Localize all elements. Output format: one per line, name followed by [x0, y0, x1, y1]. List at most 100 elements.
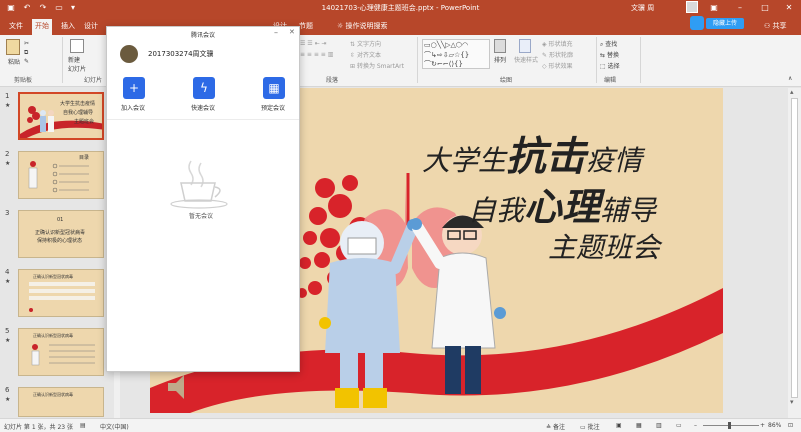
new-slide-button[interactable]: 新建 幻灯片: [68, 55, 86, 73]
cloud-sync-icon[interactable]: [690, 16, 704, 30]
person-icon: ⚇: [764, 22, 773, 30]
replace-icon: ⇆: [600, 52, 607, 59]
shape-effects-button[interactable]: ◇ 形状效果: [542, 61, 573, 70]
slide-title-line-1[interactable]: 大学生抗击疫情: [422, 124, 642, 182]
thumbnail-slide-4[interactable]: 正确认识新型冠状病毒: [18, 269, 104, 317]
format-painter-icon[interactable]: ✎: [24, 58, 29, 65]
zoom-in-icon[interactable]: +: [760, 422, 765, 429]
slides-group-label: 幻灯片: [84, 77, 103, 84]
close-icon[interactable]: ✕: [776, 0, 801, 16]
close-icon[interactable]: ✕: [289, 28, 295, 36]
reading-view-icon[interactable]: ▥: [656, 422, 662, 429]
thumbnail-number: 5: [5, 327, 10, 335]
zoom-out-icon[interactable]: –: [694, 422, 697, 429]
align-text-button[interactable]: ⇳ 对齐文本: [350, 50, 381, 59]
divider: [417, 37, 418, 83]
comments-button[interactable]: ▭ 批注: [580, 422, 600, 431]
find-button[interactable]: ⌕ 查找: [600, 39, 617, 49]
zoom-level[interactable]: 86%: [768, 422, 781, 429]
zoom-slider[interactable]: [703, 425, 759, 426]
quick-styles-button[interactable]: 快速样式: [514, 55, 538, 64]
tab-home[interactable]: 开始: [32, 19, 52, 35]
slideshow-icon[interactable]: ▭: [676, 422, 682, 429]
select-icon: ⬚: [600, 63, 608, 70]
minimize-icon[interactable]: –: [727, 0, 753, 16]
slide-title-line-3[interactable]: 主题班会: [548, 226, 660, 266]
title-bar: ▣ ↶ ↷ ▭ ▾ 14021703-心理健康主题班会.pptx - Power…: [0, 0, 801, 16]
quick-styles-icon[interactable]: [519, 39, 531, 53]
ribbon-display-icon[interactable]: ▣: [701, 0, 727, 16]
align-text-icon: ⇳: [350, 52, 357, 59]
smartart-icon: ⊞: [350, 63, 357, 70]
thumbnail-number: 1: [5, 92, 10, 100]
language-indicator[interactable]: 中文(中国): [100, 422, 129, 431]
sync-upload-button[interactable]: 隐藏上传: [706, 18, 744, 29]
avatar[interactable]: [120, 45, 138, 63]
slide-thumbnails-pane: 1 ★ 大学生抗击疫情 自我心理辅导 主题班会 2 ★ 目录 3 01 正确认识…: [0, 88, 120, 418]
animation-star-icon: ★: [5, 160, 11, 167]
pen-icon: ✎: [542, 52, 549, 59]
animation-star-icon: ★: [5, 102, 11, 109]
coffee-cup-icon: [170, 160, 228, 209]
meeting-window-title: 腾讯会议: [190, 32, 215, 39]
notes-icon: ≙: [546, 424, 553, 431]
thumbnail-text: 自我心理辅导: [63, 110, 94, 116]
text-direction-icon: ⇅: [350, 41, 357, 48]
thumbnail-slide-2[interactable]: 目录: [18, 151, 104, 199]
divider: [62, 37, 63, 83]
thumbnail-text: 大学生抗击疫情: [60, 101, 96, 107]
copy-icon[interactable]: ⧉: [24, 49, 28, 57]
avatar[interactable]: [686, 1, 698, 13]
schedule-meeting-label: 预定会议: [261, 105, 286, 112]
smartart-button[interactable]: ⊞ 转换为 SmartArt: [350, 61, 404, 70]
thumbnail-slide-3[interactable]: 01 正确认识新型冠状病毒 保持积极的心理状态: [18, 210, 104, 258]
slide-sorter-icon[interactable]: ▦: [636, 422, 642, 429]
join-meeting-label: 加入会议: [121, 105, 146, 112]
join-meeting-button[interactable]: +: [123, 77, 145, 99]
vertical-scrollbar[interactable]: ▴ ▾: [788, 88, 801, 418]
new-slide-icon[interactable]: [70, 39, 84, 53]
editing-group-label: 编辑: [604, 77, 617, 84]
paste-button[interactable]: 粘贴: [8, 57, 20, 66]
scroll-thumb[interactable]: [791, 98, 798, 398]
share-button[interactable]: ⚇ 共享: [764, 21, 787, 31]
maximize-icon[interactable]: □: [752, 0, 778, 16]
thumbnail-slide-1[interactable]: 大学生抗击疫情 自我心理辅导 主题班会: [18, 92, 104, 140]
shape-fill-button[interactable]: ◈ 形状填充: [542, 39, 573, 48]
tab-design[interactable]: 设计: [81, 19, 101, 33]
arrange-icon[interactable]: [494, 39, 506, 53]
calendar-icon: ▦: [268, 81, 280, 95]
normal-view-icon[interactable]: ▣: [616, 422, 622, 429]
animation-star-icon: ★: [5, 337, 11, 344]
align-icons[interactable]: ≡ ≡ ≡ ≡ ▥: [300, 51, 333, 58]
shape-outline-button[interactable]: ✎ 形状轮廓: [542, 50, 573, 59]
no-meeting-text: 暂无会议: [189, 213, 214, 220]
thumbnail-slide-5[interactable]: 正确认识新型冠状病毒: [18, 328, 104, 376]
tab-file[interactable]: 文件: [6, 19, 26, 33]
paste-icon[interactable]: [6, 39, 20, 55]
tell-me-search[interactable]: ☼ 操作说明搜索: [337, 21, 388, 31]
fit-slide-icon[interactable]: ⊡: [788, 422, 793, 429]
replace-button[interactable]: ⇆ 替换: [600, 50, 619, 59]
spellcheck-icon[interactable]: ▤: [80, 422, 86, 429]
notes-button[interactable]: ≙ 备注: [546, 422, 565, 431]
quick-meeting-button[interactable]: ϟ: [193, 77, 215, 99]
cut-icon[interactable]: ✂: [24, 40, 29, 47]
user-name[interactable]: 文骥 周: [631, 3, 654, 13]
bullets-icon[interactable]: ☰ ☰ ⇤ ⇥: [300, 40, 327, 47]
clipboard-group-label: 剪贴板: [14, 77, 33, 84]
scroll-down-icon[interactable]: ▾: [790, 398, 794, 406]
tab-insert[interactable]: 插入: [58, 19, 78, 33]
thumbnail-text: 主题班会: [74, 119, 95, 125]
slide-title-line-2[interactable]: 自我心理辅导: [468, 176, 656, 231]
arrange-button[interactable]: 排列: [494, 55, 506, 64]
collapse-ribbon-icon[interactable]: ∧: [788, 75, 792, 82]
thumbnail-slide-6[interactable]: 正确认识新型冠状病毒: [18, 387, 104, 417]
scroll-up-icon[interactable]: ▴: [790, 88, 794, 96]
zoom-slider-thumb[interactable]: [728, 422, 731, 429]
text-direction-button[interactable]: ⇅ 文字方向: [350, 39, 381, 48]
animation-star-icon: ★: [5, 278, 11, 285]
schedule-meeting-button[interactable]: ▦: [263, 77, 285, 99]
select-button[interactable]: ⬚ 选择: [600, 61, 620, 70]
minimize-icon[interactable]: –: [274, 28, 278, 37]
